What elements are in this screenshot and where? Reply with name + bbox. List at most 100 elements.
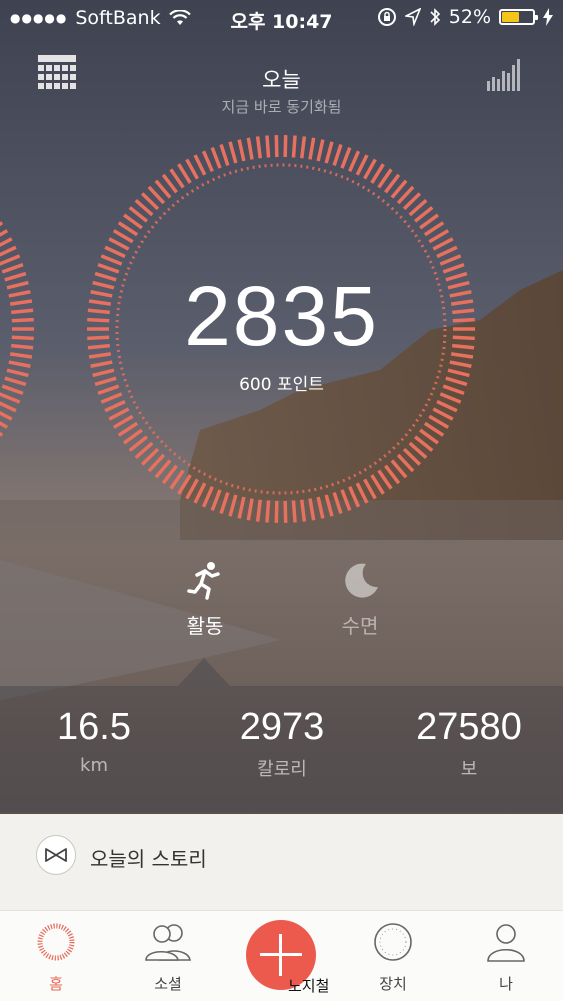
ring-tick bbox=[219, 492, 230, 515]
ring-tick bbox=[265, 135, 271, 158]
ring-tick bbox=[201, 150, 214, 173]
ring-tick bbox=[308, 498, 316, 521]
story-label: 오늘의 스토리 bbox=[90, 847, 207, 871]
ring-tick bbox=[219, 143, 230, 166]
tab-label: 홈 bbox=[49, 975, 63, 993]
ring-tick bbox=[291, 500, 297, 523]
ring-tick bbox=[348, 485, 361, 508]
ring-tick bbox=[274, 135, 279, 158]
ring-tick bbox=[283, 500, 288, 523]
ring-tick bbox=[193, 154, 207, 176]
ring-tick bbox=[237, 496, 246, 519]
metric-label: 칼로리 bbox=[257, 759, 307, 780]
steps-metric: 27580 보 bbox=[375, 706, 563, 781]
ring-tick bbox=[428, 229, 450, 244]
points-total: 2835 bbox=[184, 269, 379, 363]
metrics-panel: 16.5 km 2973 칼로리 27580 보 bbox=[0, 686, 563, 812]
running-icon bbox=[187, 562, 220, 600]
metric-value: 2973 bbox=[239, 706, 325, 748]
ring-tick bbox=[436, 399, 458, 413]
tab-sleep[interactable]: 수면 bbox=[315, 560, 405, 639]
ring-tick bbox=[185, 158, 199, 180]
metric-label: km bbox=[80, 755, 108, 776]
ring-tick bbox=[332, 492, 343, 515]
ring-tick bbox=[432, 237, 454, 251]
ring-tick bbox=[112, 414, 134, 429]
tab-devices[interactable]: 장치 bbox=[337, 911, 449, 1001]
ring-tick bbox=[363, 478, 377, 500]
ring-tick bbox=[316, 139, 325, 162]
tab-label: 소셜 bbox=[154, 975, 182, 993]
ring-tick bbox=[185, 478, 199, 500]
ring-tick bbox=[0, 245, 17, 257]
ring-tick bbox=[201, 485, 214, 508]
tab-activity[interactable]: 활동 bbox=[160, 560, 250, 639]
story-row[interactable]: 오늘의 스토리 bbox=[0, 814, 563, 910]
device-watch-icon bbox=[374, 923, 412, 961]
moon-icon bbox=[345, 563, 378, 598]
ring-tick bbox=[370, 474, 385, 495]
ring-tick bbox=[237, 139, 246, 162]
ring-tick bbox=[112, 229, 134, 244]
ring-tick bbox=[439, 254, 462, 266]
ring-tick bbox=[104, 245, 126, 259]
ring-tick bbox=[348, 150, 361, 173]
ring-tick bbox=[210, 489, 222, 512]
ring-tick bbox=[108, 407, 130, 421]
ring-tick bbox=[108, 237, 130, 251]
activity-label: 활동 bbox=[186, 614, 224, 638]
ring-tick bbox=[299, 499, 307, 522]
ring-tick bbox=[332, 143, 343, 166]
ring-tick bbox=[228, 494, 238, 517]
ring-tick bbox=[0, 392, 21, 404]
ring-tick bbox=[193, 482, 207, 504]
ring-tick bbox=[265, 500, 271, 523]
ring-tick bbox=[340, 489, 352, 512]
ring-tick bbox=[324, 141, 334, 164]
ring-tick bbox=[255, 499, 263, 522]
goal-label: 600 포인트 bbox=[239, 375, 324, 395]
metric-value: 27580 bbox=[416, 706, 522, 748]
ring-tick bbox=[0, 254, 21, 266]
ring-tick bbox=[255, 136, 263, 159]
ring-tick bbox=[432, 407, 454, 421]
ring-tick bbox=[210, 146, 222, 169]
ring-tick bbox=[100, 392, 123, 404]
ring-tick bbox=[283, 135, 288, 158]
add-button-label: 노지철 bbox=[288, 977, 330, 995]
ring-tick bbox=[340, 146, 352, 169]
ring-tick bbox=[308, 137, 316, 160]
selected-mode-pointer bbox=[178, 658, 230, 686]
distance-metric: 16.5 km bbox=[0, 706, 188, 776]
tab-me[interactable]: 나 bbox=[450, 911, 562, 1001]
ring-tick bbox=[363, 158, 377, 180]
ring-tick bbox=[428, 414, 450, 429]
ring-tick bbox=[274, 500, 279, 523]
tab-social[interactable]: 소셜 bbox=[112, 911, 224, 1001]
ring-tick bbox=[0, 401, 17, 413]
tab-label: 장치 bbox=[379, 975, 407, 993]
ring-tick bbox=[291, 135, 297, 158]
ring-tick bbox=[100, 254, 123, 266]
ring-tick bbox=[439, 392, 462, 404]
calories-metric: 2973 칼로리 bbox=[188, 706, 376, 781]
bowtie-logo-icon bbox=[36, 835, 76, 875]
ring-icon bbox=[37, 923, 75, 961]
person-icon bbox=[487, 924, 525, 962]
ring-tick bbox=[316, 496, 325, 519]
ring-tick bbox=[355, 154, 369, 176]
ring-tick bbox=[104, 399, 126, 413]
metric-label: 보 bbox=[460, 759, 478, 780]
ring-tick bbox=[0, 237, 13, 248]
tab-home[interactable]: 홈 bbox=[0, 911, 112, 1001]
ring-tick bbox=[246, 498, 254, 521]
ring-tick bbox=[0, 410, 13, 421]
sleep-label: 수면 bbox=[341, 614, 379, 638]
ring-tick bbox=[324, 494, 334, 517]
tab-label: 나 bbox=[499, 975, 513, 993]
metric-value: 16.5 bbox=[57, 706, 131, 748]
ring-tick bbox=[355, 482, 369, 504]
ring-tick bbox=[177, 163, 192, 184]
ring-tick bbox=[177, 474, 192, 495]
ring-tick bbox=[246, 137, 254, 160]
